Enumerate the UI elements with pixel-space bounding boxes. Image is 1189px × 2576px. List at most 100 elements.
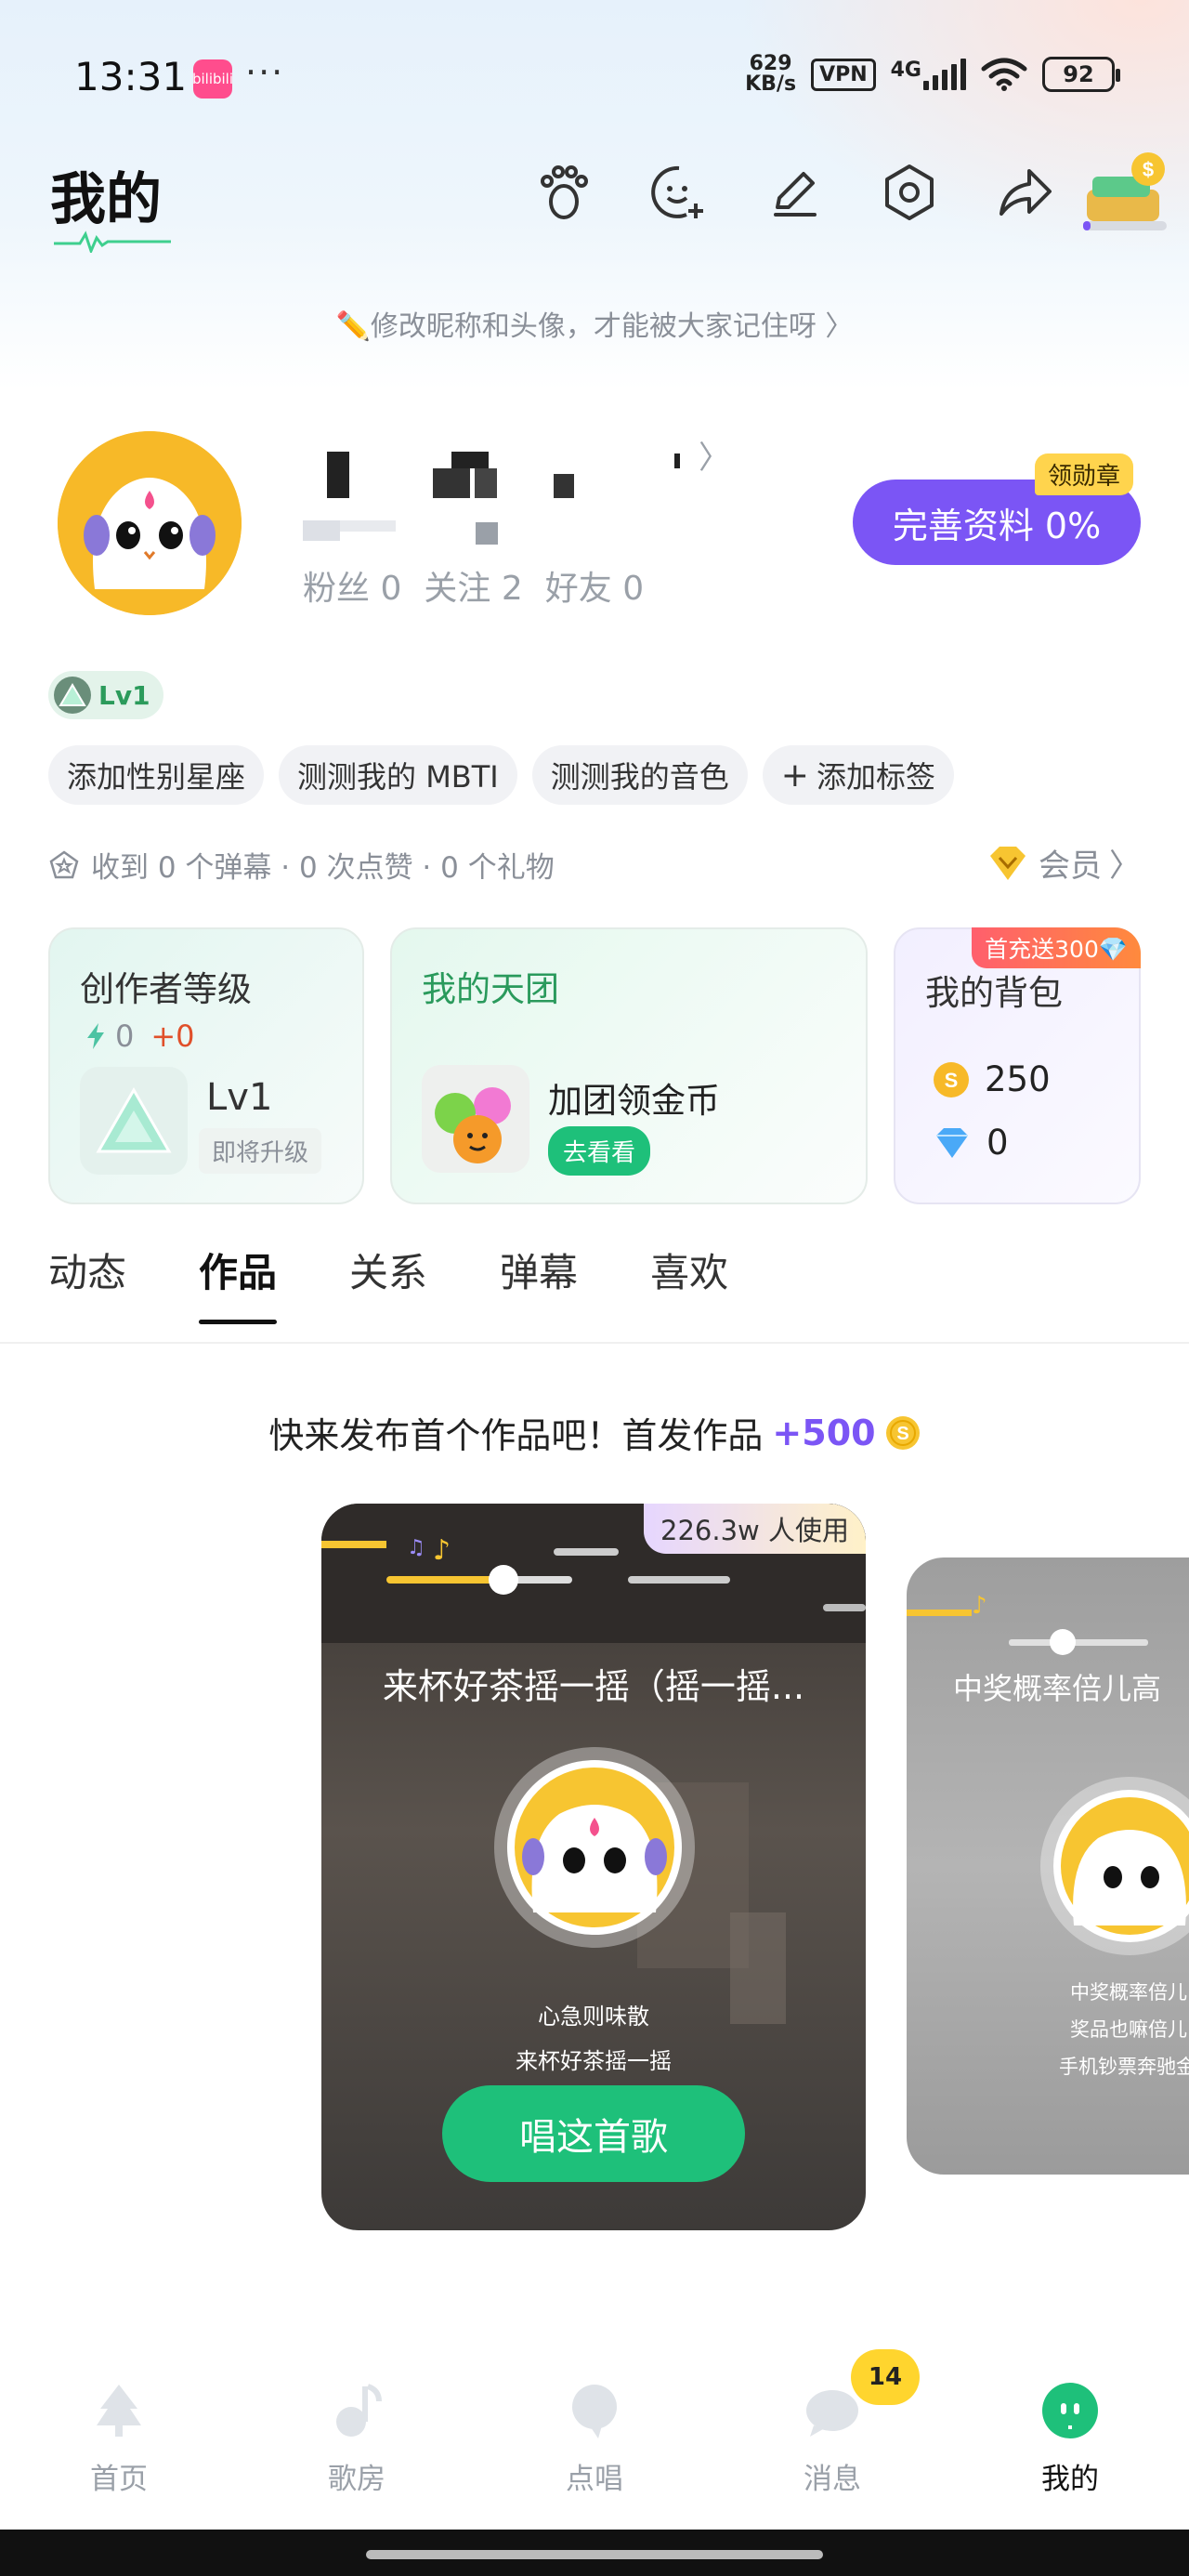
- following-count: 2: [501, 570, 523, 608]
- nav-messages[interactable]: 14 消息: [713, 2349, 951, 2528]
- creator-level-title: 创作者等级: [80, 969, 252, 1009]
- song-card-next-backdrop: ♪: [907, 1592, 1189, 1955]
- nav-request-song[interactable]: 点唱: [476, 2360, 713, 2528]
- tab-activity[interactable]: 动态: [48, 1242, 126, 1324]
- my-bag-card[interactable]: 首充送300💎 我的背包 S 250 0: [894, 927, 1141, 1204]
- add-friend-icon[interactable]: [645, 158, 713, 227]
- header-actions: [529, 158, 1059, 227]
- nav-me-label: 我的: [1041, 2463, 1099, 2496]
- creator-level-card[interactable]: 创作者等级 0 +0 Lv1 即将升级: [48, 927, 364, 1204]
- bag-coins: S 250: [933, 1059, 1051, 1099]
- song-card[interactable]: ♪ ♫ 226.3w 人使用 来杯好茶摇一摇（摇一摇... 心急则味散 来杯好茶…: [321, 1504, 866, 2230]
- coin-icon: S: [885, 1415, 920, 1450]
- battery-icon: 92: [1042, 57, 1120, 92]
- friends-count: 0: [622, 570, 645, 608]
- cellular-signal-icon: 4G: [891, 59, 966, 90]
- publish-tip-text: 快来发布首个作品吧！首发作品: [268, 1415, 764, 1456]
- coin-pack-icon[interactable]: $: [1083, 149, 1169, 232]
- usage-badge: 226.3w 人使用: [644, 1504, 866, 1554]
- nav-request-song-label: 点唱: [566, 2463, 623, 2496]
- profile-tags: 添加性别星座 测测我的 MBTI 测测我的音色 + 添加标签: [48, 745, 954, 805]
- publish-tip: 快来发布首个作品吧！首发作品 +500 S: [0, 1407, 1189, 1458]
- tab-relations[interactable]: 关系: [349, 1242, 427, 1324]
- network-speed: 629 KB/s: [745, 54, 796, 95]
- team-mascot-icon: [422, 1065, 529, 1173]
- username-mosaic[interactable]: 〉: [303, 437, 730, 548]
- fans-stat[interactable]: 粉丝 0: [303, 561, 401, 610]
- footprint-icon[interactable]: [529, 158, 598, 227]
- lyric-line: 来杯好茶摇一摇: [516, 2048, 672, 2074]
- level-label: Lv1: [98, 679, 150, 711]
- svg-text:〉: 〉: [699, 440, 712, 477]
- bag-coins-value: 250: [985, 1059, 1051, 1099]
- medal-tag[interactable]: 领勋章: [1035, 453, 1134, 495]
- lyric-line: 心急则味散: [538, 2004, 649, 2030]
- title-wave-decoration: [54, 230, 171, 253]
- chevron-right-icon: 〉: [1109, 848, 1141, 885]
- profile-tabs: 动态 作品 关系 弹幕 喜欢: [48, 1242, 728, 1324]
- avatar[interactable]: [58, 431, 242, 615]
- edit-icon[interactable]: [760, 158, 829, 227]
- sing-this-song-button[interactable]: 唱这首歌: [442, 2085, 745, 2182]
- interaction-summary: 收到 0 个弹幕 · 0 次点赞 · 0 个礼物: [48, 844, 555, 886]
- vip-label: 会员: [1039, 848, 1102, 885]
- svg-text:♫: ♫: [407, 1536, 425, 1559]
- coin-icon: S: [934, 1061, 969, 1097]
- network-type: 4G: [890, 59, 921, 82]
- nav-messages-label: 消息: [804, 2463, 861, 2496]
- lyric-line: 中奖概率倍儿: [1070, 1981, 1187, 2004]
- svg-text:♪: ♪: [972, 1592, 987, 1620]
- me-face-icon: [1042, 2383, 1098, 2438]
- team-view-button[interactable]: 去看看: [548, 1126, 651, 1176]
- vip-link[interactable]: 会员 〉: [985, 840, 1141, 886]
- nav-me[interactable]: 我的: [951, 2360, 1189, 2528]
- nav-home[interactable]: 首页: [0, 2360, 238, 2528]
- edit-profile-tip[interactable]: ✏️修改昵称和头像，才能被大家记住呀 〉: [0, 303, 1189, 344]
- bottom-navigation: 首页 歌房 点唱 14 消息 我的: [0, 2349, 1189, 2528]
- song-card-next[interactable]: ♪ 中奖概率倍儿高 中奖概率倍儿 奖品也嘛倍儿 手机钞票奔驰金: [907, 1557, 1189, 2175]
- lightning-icon: [87, 1023, 104, 1049]
- friends-stat[interactable]: 好友 0: [545, 561, 644, 610]
- song-title: 来杯好茶摇一摇（摇一摇...: [382, 1666, 805, 1707]
- tag-voice-test[interactable]: 测测我的音色: [531, 745, 748, 805]
- tabs-divider: [0, 1342, 1189, 1344]
- friends-label: 好友: [544, 570, 612, 608]
- pentagon-star-icon: [49, 849, 79, 878]
- settings-icon[interactable]: [875, 158, 944, 227]
- svg-text:$: $: [1143, 158, 1154, 181]
- tab-likes[interactable]: 喜欢: [650, 1242, 728, 1324]
- following-label: 关注: [424, 570, 491, 608]
- fans-count: 0: [380, 570, 402, 608]
- nav-ktv-room-label: 歌房: [328, 2463, 385, 2496]
- first-recharge-promo[interactable]: 首充送300💎: [972, 927, 1141, 968]
- level-badge[interactable]: Lv1: [48, 671, 163, 719]
- song-title: 中奖概率倍儿高: [953, 1671, 1162, 1706]
- vip-diamond-icon: [990, 846, 1026, 880]
- tag-add-label[interactable]: + 添加标签: [762, 745, 954, 805]
- user-stats: 粉丝 0 关注 2 好友 0: [303, 561, 644, 610]
- my-bag-title: 我的背包: [925, 973, 1063, 1013]
- bilibili-app-icon: bilibili: [192, 59, 233, 99]
- status-indicators: 629 KB/s VPN 4G 92: [745, 54, 1120, 95]
- svg-text:♪: ♪: [433, 1534, 451, 1567]
- lyric-line: 手机钞票奔驰金: [1059, 2056, 1189, 2078]
- fans-label: 粉丝: [303, 570, 371, 608]
- tag-add-gender-zodiac[interactable]: 添加性别星座: [48, 745, 265, 805]
- tab-works[interactable]: 作品: [199, 1242, 278, 1324]
- tab-danmaku[interactable]: 弹幕: [500, 1242, 578, 1324]
- home-indicator-bar[interactable]: [366, 2550, 823, 2559]
- my-team-card[interactable]: 我的天团 加团领金币 去看看: [390, 927, 868, 1204]
- bag-diamonds: 0: [933, 1123, 1009, 1163]
- music-note-icon: [336, 2384, 382, 2437]
- nav-ktv-room[interactable]: 歌房: [238, 2360, 476, 2528]
- my-team-subtitle: 加团领金币: [548, 1081, 720, 1121]
- following-stat[interactable]: 关注 2: [424, 561, 522, 610]
- page-title: 我的: [50, 167, 162, 232]
- level-triangle-icon: [54, 677, 91, 714]
- tag-mbti-test[interactable]: 测测我的 MBTI: [279, 745, 517, 805]
- share-icon[interactable]: [990, 158, 1059, 227]
- network-speed-value: 629: [749, 52, 792, 75]
- lyric-line: 奖品也嘛倍儿: [1070, 2018, 1187, 2041]
- creator-points-delta: +0: [150, 1019, 195, 1054]
- more-notifications-icon: ···: [245, 52, 285, 93]
